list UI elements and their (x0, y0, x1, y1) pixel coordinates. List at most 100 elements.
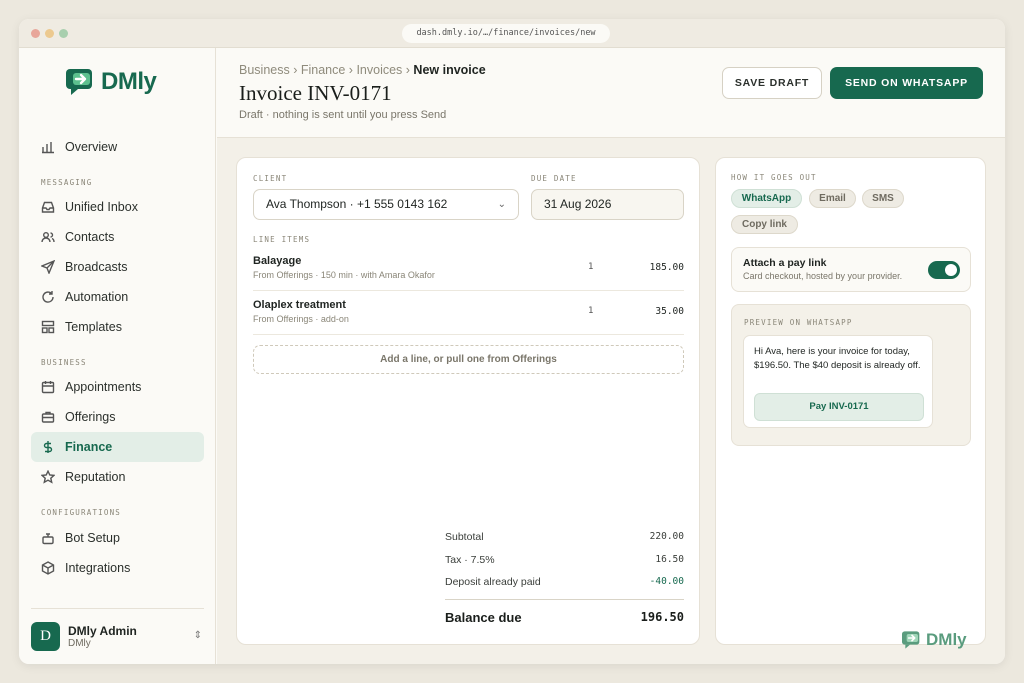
sidebar-item-finance[interactable]: Finance (31, 432, 204, 462)
chevron-updown-icon[interactable]: ⇕ (194, 630, 202, 641)
line-item-amount[interactable]: 185.00 (650, 262, 684, 273)
pay-link-title: Attach a pay link (743, 257, 827, 269)
channel-chip-copy-link[interactable]: Copy link (731, 215, 798, 234)
dollar-icon (43, 441, 53, 453)
breadcrumb: Business › Finance › Invoices › New invo… (239, 63, 486, 77)
line-item-name: Olaplex treatment (253, 299, 346, 311)
users-icon (41, 232, 55, 243)
user-org: DMly (68, 638, 91, 649)
brand-name: DMly (926, 630, 967, 649)
browser-window: dash.dmly.io/…/finance/invoices/new DMly… (19, 19, 1005, 664)
brand-name: DMly (101, 68, 157, 95)
invoice-card: CLIENT Ava Thompson · +1 555 0143 162 ⌄ … (236, 157, 700, 645)
balance-value: 196.50 (640, 610, 684, 624)
add-line-button[interactable]: Add a line, or pull one from Offerings (253, 345, 684, 374)
send-icon (41, 260, 55, 274)
due-date-value: 31 Aug 2026 (544, 197, 612, 211)
pay-link-subtitle: Card checkout, hosted by your provider. (743, 271, 903, 281)
sidebar-item-label: Contacts (65, 230, 115, 244)
section-label-business: BUSINESS (41, 358, 87, 367)
channel-chip-sms[interactable]: SMS (862, 189, 904, 208)
sidebar-item-label: Reputation (65, 470, 126, 484)
page-subtitle: Draft · nothing is sent until you press … (239, 109, 447, 121)
address-bar[interactable]: dash.dmly.io/…/finance/invoices/new (402, 24, 610, 43)
sidebar-item-offerings[interactable]: Offerings (31, 402, 204, 432)
line-item-qty[interactable]: 1 (588, 262, 593, 272)
line-item-name: Balayage (253, 255, 302, 267)
client-label: CLIENT (253, 174, 288, 183)
page-title: Invoice INV-0171 (239, 81, 392, 105)
breadcrumb-current: New invoice (413, 63, 486, 77)
balance-row: Balance due 196.50 (445, 610, 684, 626)
client-select[interactable]: Ava Thompson · +1 555 0143 162 ⌄ (253, 189, 519, 220)
user-menu[interactable]: D DMly Admin DMly ⇕ (31, 608, 204, 664)
template-icon (41, 320, 55, 334)
line-item[interactable]: Olaplex treatment From Offerings · add-o… (253, 299, 684, 343)
save-draft-button[interactable]: SAVE DRAFT (722, 67, 822, 99)
sidebar-item-contacts[interactable]: Contacts (31, 222, 204, 252)
breadcrumb-business[interactable]: Business › (239, 63, 297, 77)
sidebar-item-label: Overview (65, 140, 118, 154)
sidebar-item-label: Broadcasts (65, 260, 128, 274)
bar-chart-icon (42, 142, 54, 154)
sidebar-item-label: Appointments (65, 380, 142, 394)
title-bar: dash.dmly.io/…/finance/invoices/new (19, 19, 1005, 48)
calendar-icon (41, 381, 55, 394)
preview-message: Hi Ava, here is your invoice for today, … (754, 346, 921, 371)
sidebar-item-reputation[interactable]: Reputation (31, 462, 204, 492)
sidebar-item-bot-setup[interactable]: Bot Setup (31, 523, 204, 553)
sidebar-item-label: Integrations (65, 561, 131, 575)
tax-label: Tax · 7.5% (445, 554, 495, 566)
toggle-knob (945, 264, 957, 276)
pay-link-toggle[interactable] (928, 261, 960, 279)
cube-icon (41, 561, 55, 575)
user-name: DMly Admin (68, 624, 137, 638)
tax-row: Tax · 7.5% 16.50 (445, 554, 684, 570)
close-window-icon[interactable] (31, 29, 40, 38)
balance-label: Balance due (445, 610, 522, 625)
client-value: Ava Thompson · +1 555 0143 162 (266, 197, 448, 211)
sidebar-item-integrations[interactable]: Integrations (31, 553, 204, 583)
divider (253, 290, 684, 291)
maximize-window-icon[interactable] (59, 29, 68, 38)
send-whatsapp-button[interactable]: SEND ON WHATSAPP (830, 67, 983, 99)
pay-invoice-button: Pay INV-0171 (754, 393, 924, 421)
message-bubble: Hi Ava, here is your invoice for today, … (743, 335, 933, 428)
divider (253, 334, 684, 335)
pay-link-setting: Attach a pay link Card checkout, hosted … (731, 247, 971, 292)
dmly-logo-icon (66, 69, 92, 95)
tax-value: 16.50 (655, 554, 684, 565)
breadcrumb-invoices[interactable]: Invoices › (356, 63, 410, 77)
subtotal-row: Subtotal 220.00 (445, 531, 684, 547)
sidebar-item-broadcasts[interactable]: Broadcasts (31, 252, 204, 282)
due-date-label: DUE DATE (531, 174, 577, 183)
minimize-window-icon[interactable] (45, 29, 54, 38)
sidebar-item-automation[interactable]: Automation (31, 282, 204, 312)
dmly-logo-icon (902, 631, 920, 649)
subtotal-label: Subtotal (445, 531, 484, 543)
chevron-down-icon: ⌄ (497, 199, 506, 210)
brand-watermark: DMly (901, 630, 967, 650)
sidebar-item-templates[interactable]: Templates (31, 312, 204, 342)
preview-label: PREVIEW ON WHATSAPP (744, 318, 853, 327)
delivery-label: HOW IT GOES OUT (731, 173, 817, 182)
line-item[interactable]: Balayage From Offerings · 150 min · with… (253, 255, 684, 299)
breadcrumb-finance[interactable]: Finance › (301, 63, 353, 77)
line-item-qty[interactable]: 1 (588, 306, 593, 316)
sidebar-item-overview[interactable]: Overview (31, 132, 204, 162)
brand-logo[interactable]: DMly (65, 66, 157, 98)
channel-chip-whatsapp[interactable]: WhatsApp (731, 189, 802, 208)
inbox-icon (41, 201, 55, 213)
sidebar-item-unified-inbox[interactable]: Unified Inbox (31, 192, 204, 222)
divider (445, 599, 684, 600)
line-item-meta: From Offerings · 150 min · with Amara Ok… (253, 270, 435, 280)
delivery-card: HOW IT GOES OUT WhatsApp Email SMS Copy … (715, 157, 986, 649)
channel-chip-email[interactable]: Email (809, 189, 856, 208)
whatsapp-preview: PREVIEW ON WHATSAPP Hi Ava, here is your… (731, 304, 971, 446)
due-date-field[interactable]: 31 Aug 2026 (531, 189, 684, 220)
line-item-amount[interactable]: 35.00 (655, 306, 684, 317)
page-header: Business › Finance › Invoices › New invo… (217, 48, 1005, 138)
section-label-messaging: MESSAGING (41, 178, 93, 187)
sidebar-item-appointments[interactable]: Appointments (31, 372, 204, 402)
line-item-meta: From Offerings · add-on (253, 314, 349, 324)
